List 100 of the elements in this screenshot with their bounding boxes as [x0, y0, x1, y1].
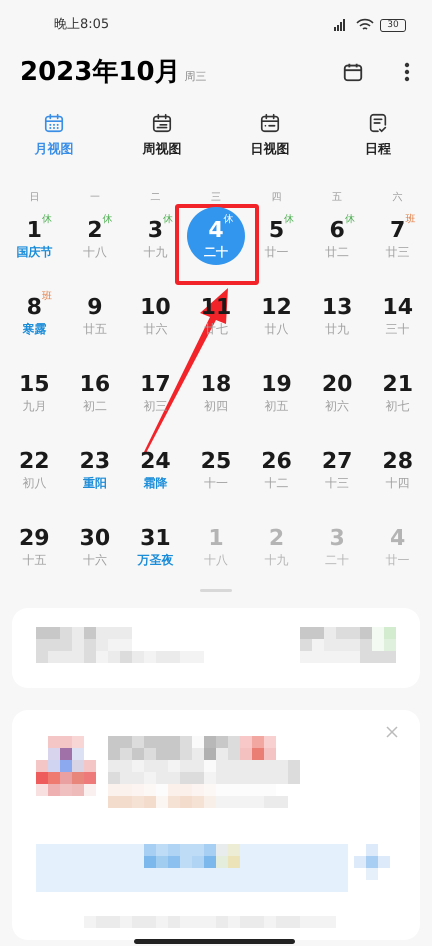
lunar-date: 初四 — [204, 398, 228, 414]
lunar-date: 十三 — [325, 474, 350, 490]
day-number[interactable]: 16 — [80, 372, 110, 398]
calendar-grid-icon — [43, 112, 65, 134]
day-number[interactable]: 26 — [261, 448, 292, 474]
weekday-header: 六 — [392, 190, 403, 204]
day-number[interactable]: 12 — [261, 294, 292, 320]
weekday-header: 四 — [272, 190, 282, 204]
lunar-date: 廿八 — [264, 320, 289, 336]
calendar-lines-icon — [151, 112, 173, 134]
status-time: 晚上8:05 — [54, 16, 110, 34]
day-status-label: 班 — [42, 290, 52, 302]
day-status-label: 班 — [405, 214, 416, 226]
day-status-label: 休 — [163, 214, 174, 226]
lunar-date: 九月 — [22, 398, 46, 414]
day-number[interactable]: 9 — [87, 294, 102, 320]
battery-indicator: 30 — [380, 18, 406, 32]
day-number[interactable]: 29 — [18, 526, 50, 552]
festival-label: 寒露 — [22, 320, 46, 336]
day-number[interactable]: 14 — [382, 294, 414, 320]
pixelated-action-bar[interactable] — [36, 844, 348, 892]
lunar-date: 廿二 — [325, 244, 350, 260]
day-number[interactable]: 13 — [322, 294, 352, 320]
checklist-icon — [367, 112, 389, 134]
day-number[interactable]: 7 — [390, 218, 406, 244]
more-button[interactable] — [404, 62, 410, 82]
day-number[interactable]: 1 — [26, 218, 42, 244]
lunar-date: 廿九 — [325, 320, 350, 336]
month-title: 2023年10月 — [20, 56, 181, 88]
day-number[interactable]: 3 — [148, 218, 164, 244]
day-number[interactable]: 31 — [140, 526, 171, 552]
day-number[interactable]: 22 — [18, 448, 50, 474]
lunar-date: 十五 — [22, 552, 46, 568]
view-tab[interactable]: 周视图 — [108, 112, 216, 160]
day-status-label: 休 — [284, 214, 294, 226]
lunar-date: 初七 — [386, 398, 410, 414]
lunar-date: 二十 — [204, 244, 228, 260]
lunar-date: 初三 — [143, 398, 168, 414]
festival-label: 霜降 — [143, 474, 168, 490]
day-number[interactable]: 17 — [140, 372, 171, 398]
lunar-date: 初五 — [264, 398, 289, 414]
view-tab[interactable]: 日视图 — [216, 112, 324, 160]
lunar-date: 三十 — [386, 320, 410, 336]
calendar-today-button[interactable] — [342, 61, 364, 83]
festival-label: 万圣夜 — [137, 552, 174, 568]
lunar-date: 十九 — [143, 244, 168, 260]
lunar-date: 初六 — [325, 398, 350, 414]
day-number[interactable]: 2 — [87, 218, 102, 244]
day-number[interactable]: 25 — [200, 448, 232, 474]
day-number[interactable]: 8 — [26, 294, 42, 320]
day-number[interactable]: 28 — [382, 448, 414, 474]
day-number[interactable]: 24 — [140, 448, 171, 474]
day-number[interactable]: 18 — [200, 372, 232, 398]
festival-label: 国庆节 — [16, 244, 52, 260]
lunar-date: 十一 — [204, 474, 228, 490]
lunar-date: 十四 — [386, 474, 410, 490]
day-status-label: 休 — [224, 214, 234, 226]
day-number[interactable]: 23 — [80, 448, 110, 474]
day-status-label: 休 — [102, 214, 112, 226]
day-number[interactable]: 10 — [140, 294, 171, 320]
day-number[interactable]: 5 — [268, 218, 284, 244]
view-tab[interactable]: 日程 — [324, 112, 432, 160]
calendar-dash-icon — [259, 112, 281, 134]
lunar-date: 十八 — [204, 552, 228, 568]
lunar-date: 廿一 — [264, 244, 289, 260]
pixelated-icon — [354, 844, 390, 880]
day-number[interactable]: 21 — [382, 372, 414, 398]
day-number[interactable]: 15 — [18, 372, 50, 398]
day-number[interactable]: 27 — [322, 448, 352, 474]
weekday-header: 三 — [210, 190, 221, 204]
day-number[interactable]: 6 — [329, 218, 345, 244]
day-status-label: 休 — [42, 214, 52, 226]
lunar-date: 十二 — [264, 474, 289, 490]
wifi-icon — [356, 18, 374, 32]
lunar-date: 十八 — [82, 244, 107, 260]
lunar-date: 廿三 — [386, 244, 410, 260]
pixelated-logo — [36, 736, 96, 796]
day-number[interactable]: 19 — [261, 372, 292, 398]
event-card[interactable] — [12, 608, 420, 688]
weekday-header: 五 — [332, 190, 342, 204]
weekday-header: 日 — [29, 190, 40, 204]
more-vertical-icon — [404, 62, 410, 82]
lunar-date: 廿一 — [386, 552, 410, 568]
day-number[interactable]: 20 — [322, 372, 352, 398]
lunar-date: 十九 — [264, 552, 289, 568]
day-number[interactable]: 30 — [80, 526, 110, 552]
weekday-header: 一 — [90, 190, 100, 204]
lunar-date: 初八 — [22, 474, 46, 490]
day-status-label: 休 — [344, 214, 355, 226]
calendar-icon — [342, 61, 364, 83]
lunar-date: 初二 — [82, 398, 107, 414]
weekday-label: 周三 — [184, 68, 207, 84]
lunar-date: 廿六 — [143, 320, 168, 336]
lunar-date: 廿五 — [82, 320, 107, 336]
weekday-header: 二 — [150, 190, 160, 204]
close-icon — [386, 726, 398, 738]
close-button[interactable] — [386, 726, 398, 738]
lunar-date: 十六 — [82, 552, 107, 568]
lunar-date: 二十 — [325, 552, 350, 568]
festival-label: 重阳 — [82, 474, 107, 490]
